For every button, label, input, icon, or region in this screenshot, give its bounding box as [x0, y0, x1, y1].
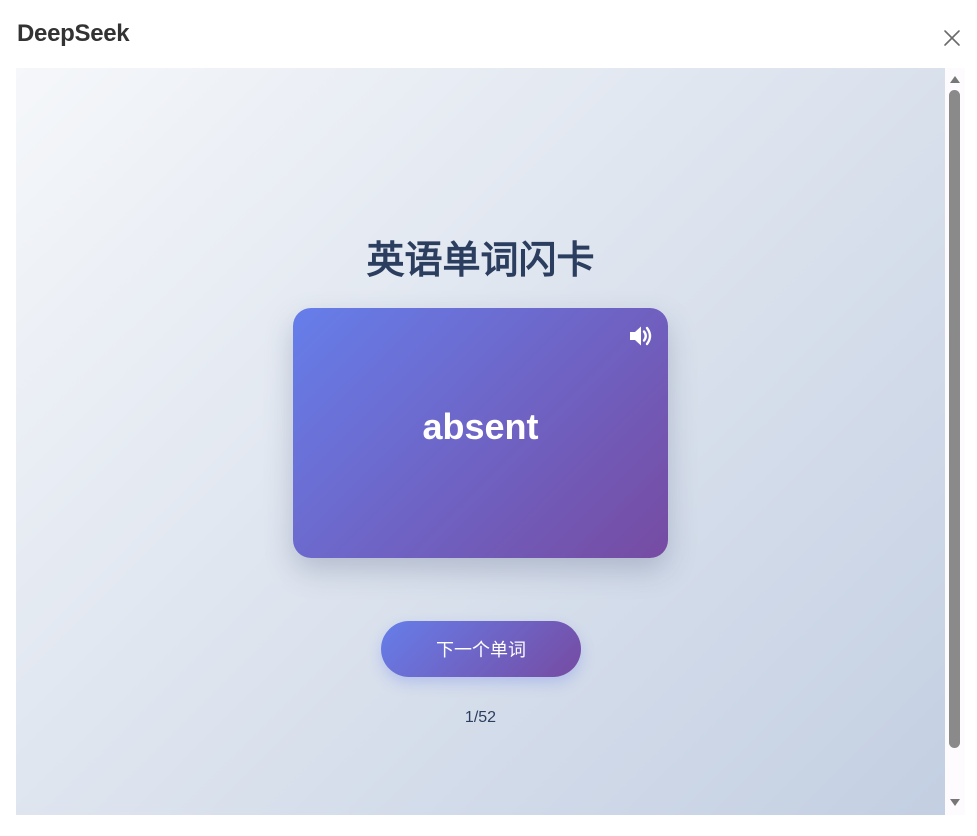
dialog-window: DeepSeek 英语单词闪卡 absent 下一个单词 1/52	[0, 0, 977, 836]
scroll-up-arrow-icon	[950, 76, 960, 83]
page-title: 英语单词闪卡	[366, 238, 595, 282]
close-button[interactable]	[938, 24, 966, 52]
pronounce-button[interactable]	[627, 322, 655, 350]
speaker-icon	[630, 326, 652, 346]
close-icon	[944, 30, 960, 46]
scroll-down-button[interactable]	[948, 796, 962, 808]
flashcard[interactable]: absent	[293, 308, 668, 558]
window-title: DeepSeek	[17, 20, 130, 47]
next-word-button[interactable]: 下一个单词	[381, 621, 581, 677]
scroll-down-arrow-icon	[950, 799, 960, 806]
scroll-up-button[interactable]	[948, 72, 962, 84]
scroll-thumb[interactable]	[949, 90, 960, 748]
vertical-scrollbar[interactable]	[945, 68, 965, 815]
progress-counter: 1/52	[464, 709, 497, 726]
flashcard-app-frame: 英语单词闪卡 absent 下一个单词 1/52	[16, 68, 945, 815]
title-bar: DeepSeek	[0, 0, 977, 68]
flashcard-word: absent	[422, 406, 539, 447]
